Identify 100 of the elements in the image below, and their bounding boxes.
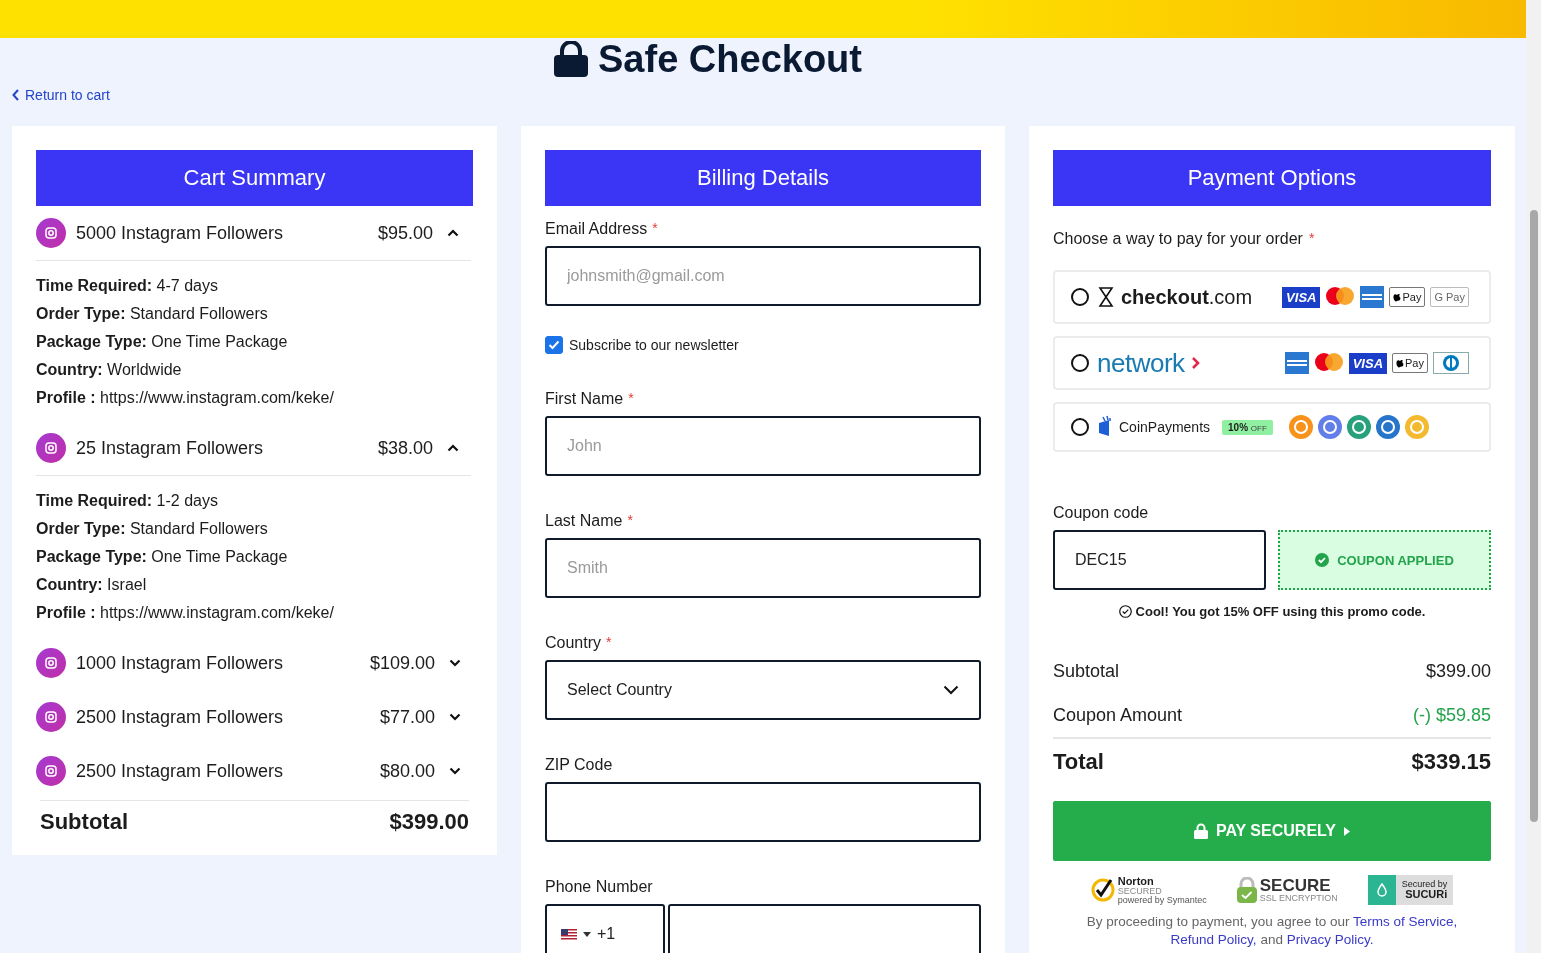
crypto-coin-icon [1347, 415, 1371, 439]
text-field[interactable]: Smith [545, 538, 981, 598]
crypto-coin-icon [1318, 415, 1342, 439]
policy-link[interactable]: Terms of Service, [1352, 914, 1458, 929]
seal-subtitle: SSL ENCRYPTION [1259, 894, 1338, 903]
scrollbar[interactable] [1526, 0, 1541, 953]
coinpayments-logo-icon [1097, 415, 1113, 439]
chevron-up-icon[interactable] [447, 229, 459, 237]
item-price: $77.00 [379, 706, 435, 728]
text-field[interactable]: John [545, 416, 981, 476]
item-name: 5000 Instagram Followers [76, 222, 285, 244]
text-field[interactable]: johnsmith@gmail.com [545, 246, 981, 306]
detail-line: Time Required: 1-2 days [36, 491, 219, 511]
padlock-icon [1236, 877, 1257, 903]
coupon-field[interactable]: DEC15 [1053, 530, 1266, 590]
country-select[interactable]: Select Country [545, 660, 981, 720]
item-price: $38.00 [377, 437, 433, 459]
apple-pay-logo: Pay [1389, 287, 1426, 307]
field-label: ZIP Code [545, 756, 613, 775]
detail-line: Order Type: Standard Followers [36, 519, 269, 539]
amex-icon [1360, 286, 1385, 308]
subtotal-label: Subtotal [40, 809, 128, 835]
item-name: 2500 Instagram Followers [76, 706, 285, 728]
instagram-icon [36, 433, 66, 463]
instagram-icon [36, 756, 66, 786]
detail-line: Order Type: Standard Followers [36, 304, 269, 324]
item-name: 2500 Instagram Followers [76, 760, 285, 782]
phone-field[interactable] [668, 904, 981, 953]
required-asterisk: * [652, 220, 658, 238]
mastercard-icon [1313, 352, 1344, 374]
total-value: $399.00 [1425, 660, 1491, 682]
section-header: Payment Options [1053, 150, 1491, 206]
field-label: Country [545, 634, 602, 653]
field-label: Coupon code [1053, 504, 1149, 523]
seal-title: Norton [1117, 875, 1155, 887]
newsletter-checkbox[interactable] [545, 336, 563, 354]
crypto-coin-icon [1405, 415, 1429, 439]
required-asterisk: * [628, 390, 634, 408]
drop-icon [1375, 883, 1388, 897]
seal-caption: Secured by [1401, 880, 1448, 889]
instagram-icon [36, 648, 66, 678]
seal-title: SUCURi [1405, 889, 1448, 900]
coupon-applied-status: COUPON APPLIED [1278, 530, 1491, 590]
chevron-down-icon[interactable] [449, 767, 461, 775]
field-label: Last Name [545, 512, 623, 531]
detail-line: Country: Worldwide [36, 360, 183, 380]
checkmark-icon [1090, 878, 1115, 902]
total-label: Total [1053, 749, 1104, 775]
checkbox-label: Subscribe to our newsletter [569, 337, 739, 353]
radio-button[interactable] [1071, 288, 1089, 306]
google-pay-logo: G Pay [1430, 287, 1469, 307]
crypto-coin-icon [1376, 415, 1400, 439]
chevron-down-icon[interactable] [449, 659, 461, 667]
total-value: $339.15 [1411, 749, 1491, 775]
total-label: Subtotal [1053, 660, 1120, 682]
brand-name: CoinPayments [1119, 419, 1211, 435]
detail-line: Package Type: One Time Package [36, 547, 289, 567]
field-label: Email Address [545, 220, 648, 239]
lock-icon [1193, 823, 1208, 839]
page-title: Safe Checkout [598, 37, 862, 81]
field-label: Phone Number [545, 878, 653, 897]
chevron-up-icon[interactable] [447, 444, 459, 452]
policy-link[interactable]: Privacy Policy. [1286, 932, 1374, 947]
return-to-cart-link[interactable]: Return to cart [12, 86, 110, 104]
chevron-left-icon [12, 89, 20, 101]
apple-pay-logo: Pay [1392, 353, 1428, 373]
radio-button[interactable] [1071, 418, 1089, 436]
field-label: First Name [545, 390, 624, 409]
payment-option[interactable]: CoinPayments 10% OFF [1053, 402, 1491, 452]
item-price: $95.00 [377, 222, 433, 244]
item-price: $80.00 [379, 760, 435, 782]
policy-link[interactable]: Refund Policy, [1170, 932, 1257, 947]
detail-line: Time Required: 4-7 days [36, 276, 219, 296]
item-price: $109.00 [369, 652, 435, 674]
apple-icon [1396, 358, 1405, 368]
chevron-right-icon [1190, 356, 1200, 370]
item-name: 1000 Instagram Followers [76, 652, 285, 674]
subtotal-value: $399.00 [389, 809, 469, 835]
payment-option[interactable]: network VISA Pay [1053, 336, 1491, 390]
brand-name: network [1097, 347, 1185, 379]
visa-logo: VISA [1348, 352, 1388, 374]
caret-right-icon [1344, 826, 1351, 836]
detail-line: Country: Israel [36, 575, 148, 595]
lock-icon [554, 41, 588, 77]
mastercard-icon [1325, 286, 1356, 308]
brand-name: checkout.com [1121, 285, 1253, 309]
country-code-select[interactable]: +1 [545, 904, 665, 953]
radio-button[interactable] [1071, 354, 1089, 372]
caret-icon [583, 931, 591, 937]
required-asterisk: * [606, 634, 612, 652]
promo-message: Cool! You got 15% OFF using this promo code. [1135, 604, 1426, 619]
text-field[interactable] [545, 782, 981, 842]
amex-icon [1284, 352, 1309, 374]
payment-option[interactable]: checkout.com VISA Pay G Pay [1053, 270, 1491, 324]
prompt-text: Choose a way to pay for your order [1053, 230, 1303, 248]
required-asterisk: * [1308, 230, 1315, 248]
instagram-icon [36, 702, 66, 732]
diners-club-icon [1433, 352, 1469, 374]
chevron-down-icon[interactable] [449, 713, 461, 721]
flag-icon [561, 928, 577, 940]
